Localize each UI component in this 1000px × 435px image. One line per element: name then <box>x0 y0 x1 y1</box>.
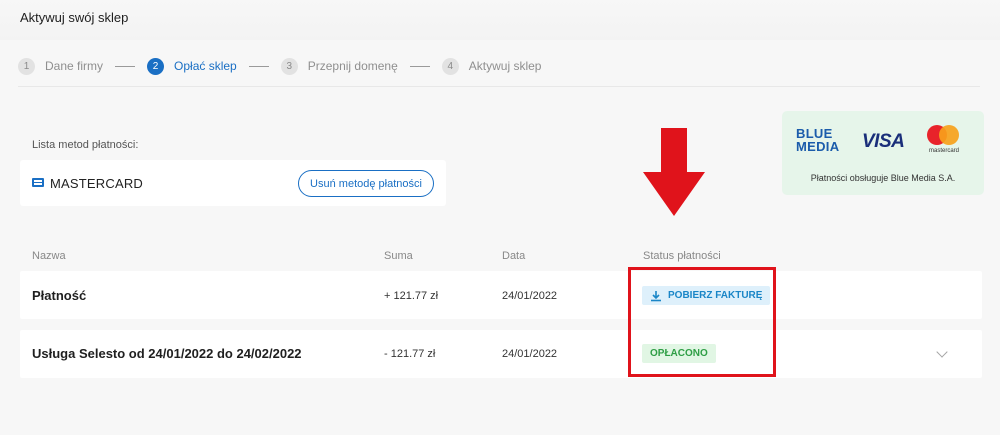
step-number: 2 <box>147 57 165 75</box>
step-aktywuj-sklep[interactable]: 4 Aktywuj sklep <box>441 57 542 75</box>
row-date: 24/01/2022 <box>502 290 558 302</box>
stepper: 1 Dane firmy 2 Opłać sklep 3 Przepnij do… <box>18 57 541 75</box>
step-number: 3 <box>280 57 298 75</box>
column-header-date: Data <box>502 250 526 262</box>
step-oplac-sklep[interactable]: 2 Opłać sklep <box>147 57 237 75</box>
step-label: Aktywuj sklep <box>468 59 542 73</box>
page-title: Aktywuj swój sklep <box>20 10 129 25</box>
row-name: Usługa Selesto od 24/01/2022 do 24/02/20… <box>32 346 302 361</box>
remove-payment-method-button[interactable]: Usuń metodę płatności <box>298 170 434 197</box>
step-dane-firmy[interactable]: 1 Dane firmy <box>18 57 104 75</box>
step-przepnij-domene[interactable]: 3 Przepnij domenę <box>280 57 398 75</box>
credit-card-icon <box>32 178 44 187</box>
chevron-down-icon[interactable] <box>936 346 948 358</box>
payment-method-name: MASTERCARD <box>50 176 144 191</box>
divider <box>18 86 980 87</box>
provider-caption: Płatności obsługuje Blue Media S.A. <box>810 173 956 183</box>
step-label: Dane firmy <box>45 59 104 73</box>
annotation-arrow <box>643 128 705 216</box>
table-row[interactable]: Usługa Selesto od 24/01/2022 do 24/02/20… <box>20 330 982 378</box>
blue-media-logo: BLUE MEDIA <box>796 126 840 154</box>
row-date: 24/01/2022 <box>502 348 558 360</box>
column-header-status: Status płatności <box>643 250 721 262</box>
column-header-amount: Suma <box>384 250 413 262</box>
mastercard-logo: mastercard <box>924 125 966 159</box>
step-separator <box>248 65 269 67</box>
header-bar <box>0 0 1000 40</box>
step-separator <box>115 65 136 67</box>
payment-provider-box: BLUE MEDIA VISA mastercard Płatności obs… <box>782 111 984 195</box>
step-label: Przepnij domenę <box>307 59 398 73</box>
provider-logos: BLUE MEDIA VISA mastercard <box>782 125 984 157</box>
table-row: Płatność + 121.77 zł 24/01/2022 POBIERZ … <box>20 271 982 319</box>
step-label: Opłać sklep <box>174 59 237 73</box>
row-amount: + 121.77 zł <box>384 290 439 302</box>
step-separator <box>409 65 430 67</box>
row-amount: - 121.77 zł <box>384 348 436 360</box>
row-name: Płatność <box>32 288 87 303</box>
step-number: 4 <box>441 57 459 75</box>
payment-method-card: MASTERCARD Usuń metodę płatności <box>20 160 446 206</box>
column-header-name: Nazwa <box>32 250 66 262</box>
step-number: 1 <box>18 57 35 75</box>
visa-logo: VISA <box>862 131 905 152</box>
payment-methods-heading: Lista metod płatności: <box>32 139 139 151</box>
annotation-highlight-box <box>628 267 776 377</box>
